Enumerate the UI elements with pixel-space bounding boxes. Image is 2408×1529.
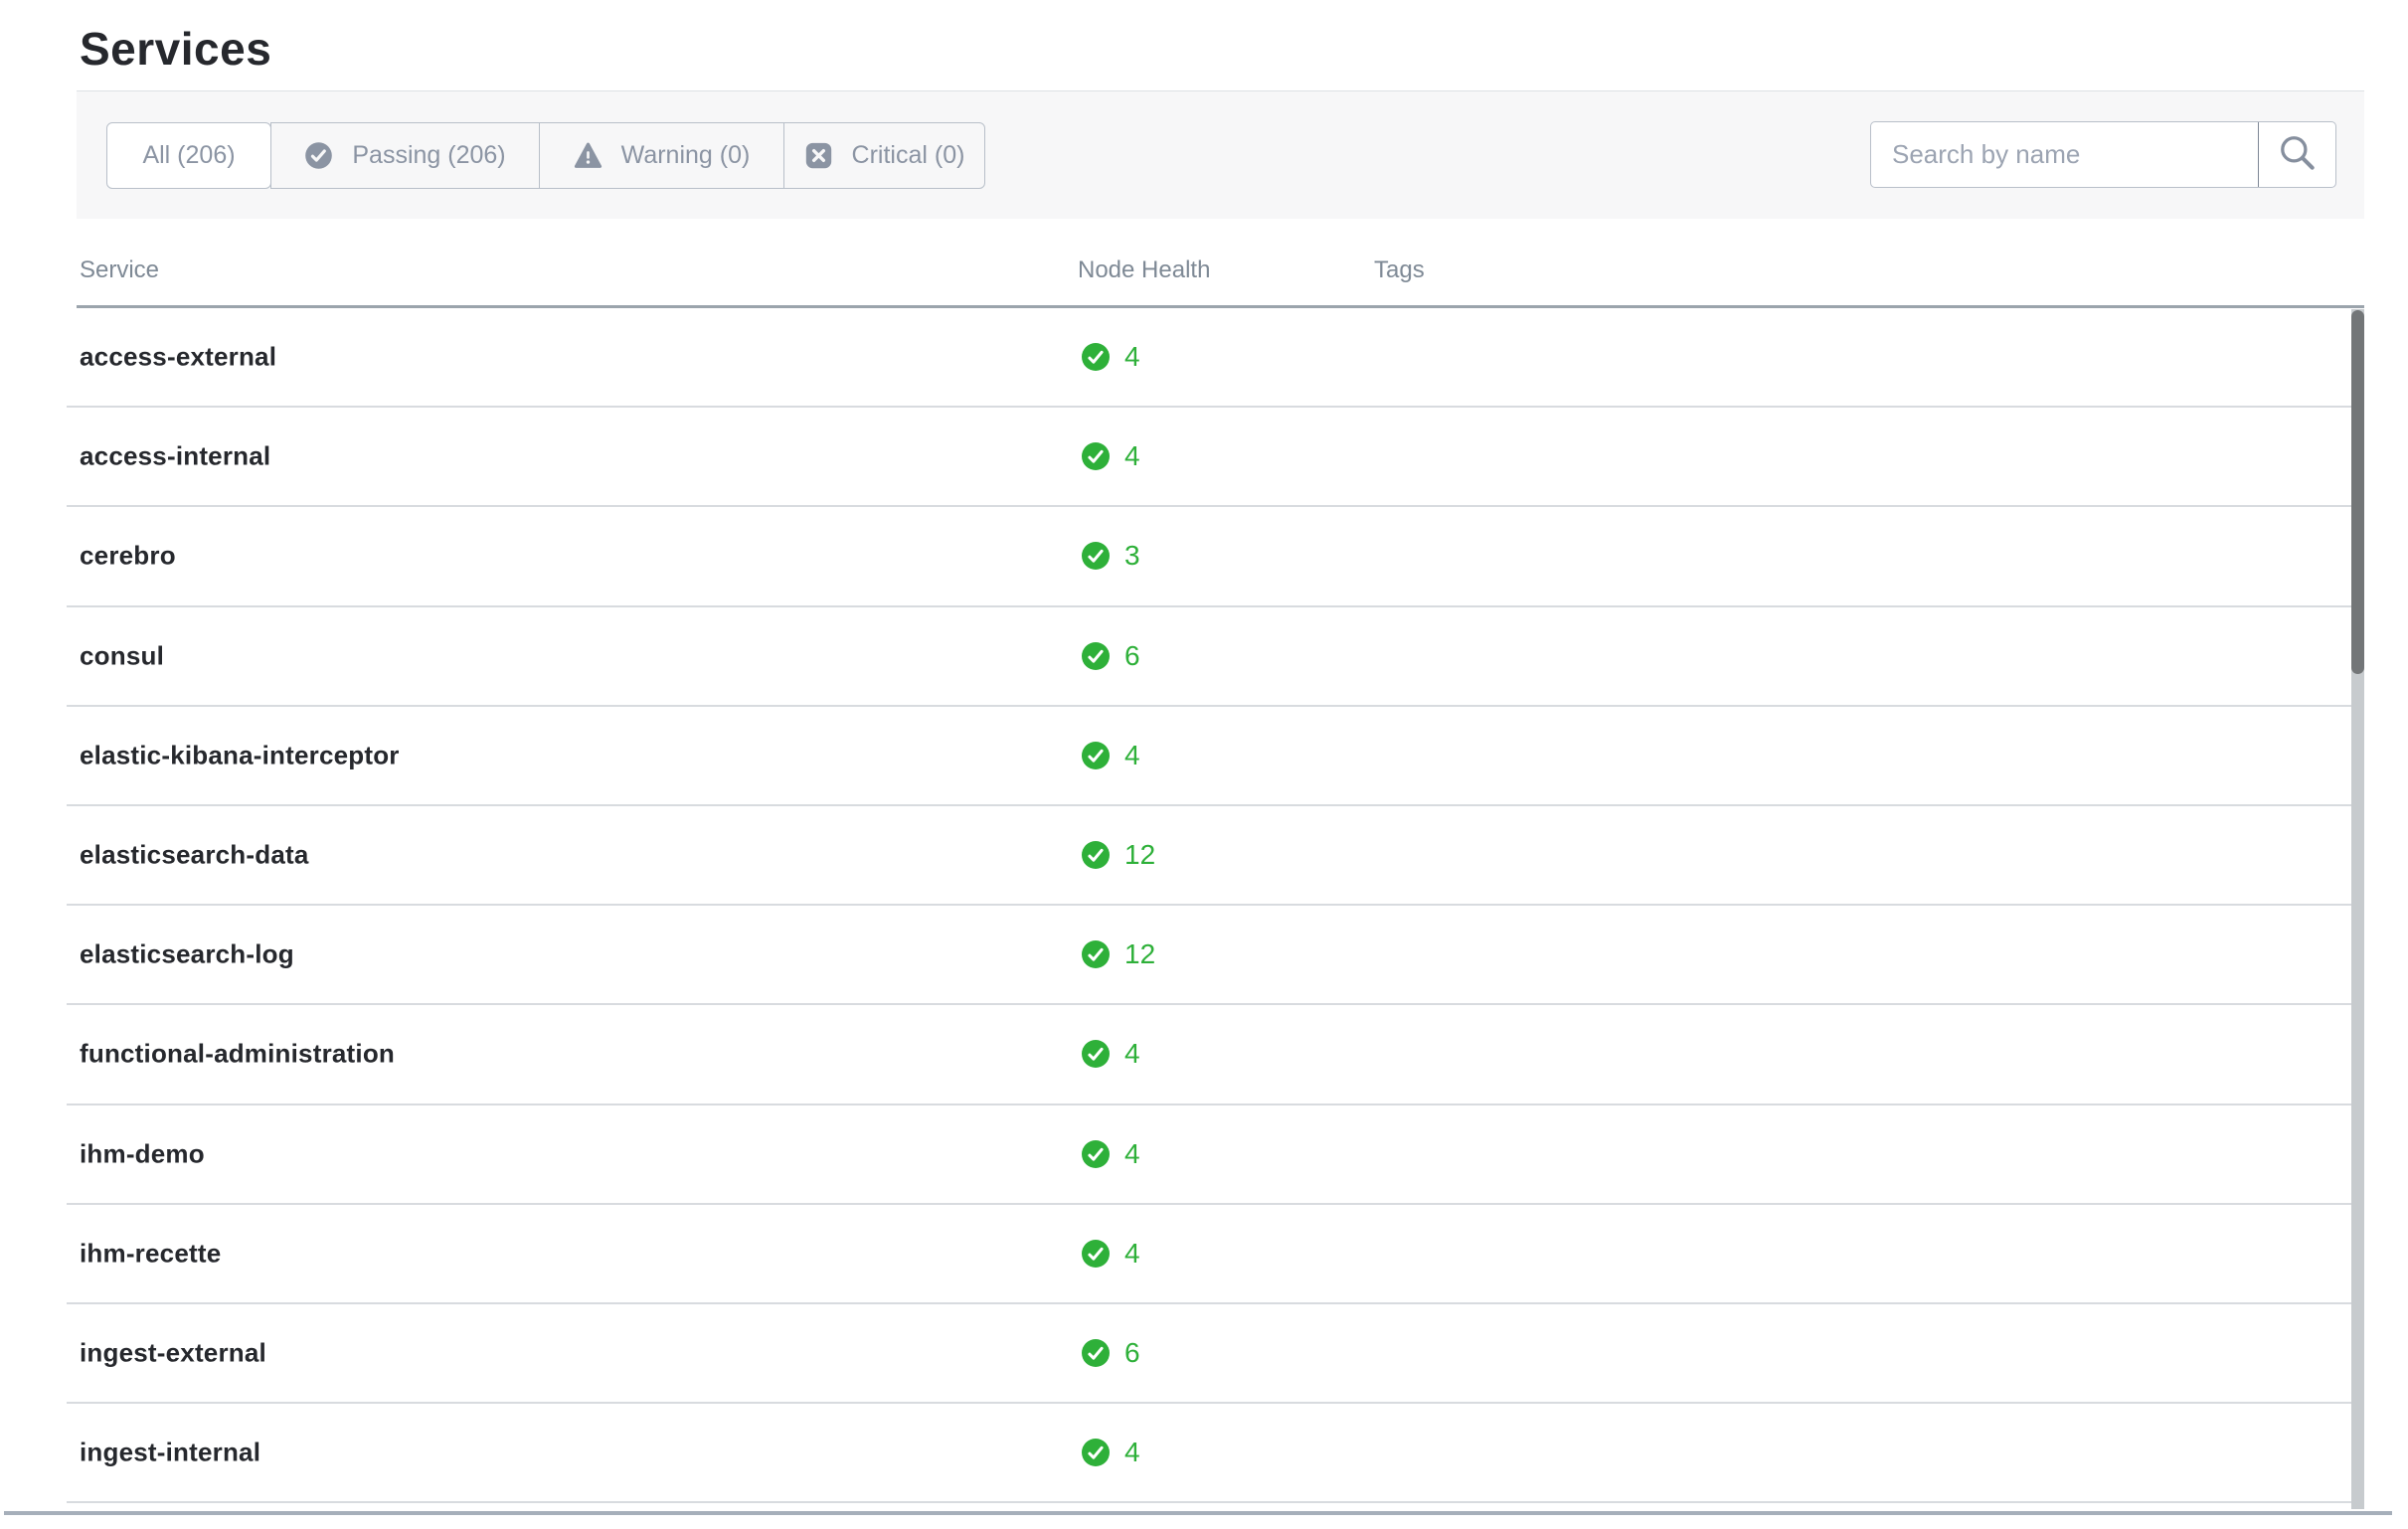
service-name[interactable]: elasticsearch-data	[80, 840, 309, 871]
tab-passing-label: Passing (206)	[352, 141, 506, 169]
tab-passing[interactable]: Passing (206)	[270, 122, 540, 189]
passing-check-icon	[1082, 542, 1110, 571]
passing-check-icon	[1082, 641, 1110, 670]
check-circle-icon	[304, 141, 333, 170]
vertical-scrollbar-track[interactable]	[2351, 309, 2364, 1509]
table-row[interactable]: access-internal 4	[67, 408, 2351, 508]
node-health-cell: 12	[1082, 938, 1155, 970]
table-row[interactable]: elastic-kibana-interceptor 4	[67, 706, 2351, 806]
node-health-cell: 4	[1082, 440, 1140, 472]
column-header-node-health: Node Health	[1078, 256, 1211, 283]
tab-warning-label: Warning (0)	[620, 141, 751, 169]
passing-check-icon	[1082, 1139, 1110, 1168]
panel-bottom-border	[4, 1511, 2392, 1515]
service-name[interactable]: ihm-demo	[80, 1138, 205, 1169]
critical-square-icon	[804, 141, 833, 170]
service-list: access-external 4 access-internal 4 cere…	[67, 308, 2351, 1504]
table-row[interactable]: elasticsearch-log 12	[67, 906, 2351, 1006]
passing-check-icon	[1082, 940, 1110, 969]
table-row[interactable]: functional-administration 4	[67, 1005, 2351, 1105]
service-name[interactable]: consul	[80, 640, 164, 671]
tab-all-label: All (206)	[142, 141, 236, 169]
search-box	[1870, 121, 2336, 188]
node-health-count: 6	[1124, 1336, 1140, 1368]
node-health-cell: 6	[1082, 640, 1140, 672]
service-name[interactable]: cerebro	[80, 541, 176, 572]
filter-toolbar: All (206) Passing (206) Warning (0) Crit…	[77, 90, 2364, 219]
column-header-tags: Tags	[1374, 256, 1425, 283]
search-input[interactable]	[1871, 122, 2258, 187]
service-name[interactable]: ingest-external	[80, 1337, 266, 1368]
page-title: Services	[80, 23, 272, 75]
column-header-service: Service	[80, 256, 160, 283]
search-button[interactable]	[2259, 122, 2335, 187]
table-row[interactable]: ihm-demo 4	[67, 1104, 2351, 1205]
tab-critical-label: Critical (0)	[851, 141, 965, 169]
health-filter-tabs: All (206) Passing (206) Warning (0) Crit…	[106, 122, 985, 189]
table-row[interactable]: ingest-external 6	[67, 1303, 2351, 1405]
node-health-cell: 6	[1082, 1337, 1140, 1369]
node-health-count: 6	[1124, 639, 1140, 671]
node-health-count: 3	[1124, 540, 1140, 572]
service-name[interactable]: access-external	[80, 342, 276, 373]
node-health-cell: 12	[1082, 839, 1155, 871]
node-health-count: 12	[1124, 839, 1156, 871]
table-row[interactable]: consul 6	[67, 606, 2351, 707]
service-name[interactable]: elastic-kibana-interceptor	[80, 740, 400, 770]
node-health-cell: 4	[1082, 1138, 1140, 1170]
tab-all[interactable]: All (206)	[106, 122, 271, 189]
search-icon	[2276, 131, 2320, 178]
node-health-cell: 4	[1082, 341, 1140, 373]
node-health-count: 4	[1124, 1237, 1140, 1269]
service-name[interactable]: elasticsearch-log	[80, 939, 294, 970]
node-health-cell: 4	[1082, 1038, 1140, 1070]
service-name[interactable]: access-internal	[80, 441, 270, 472]
node-health-cell: 4	[1082, 1437, 1140, 1468]
warning-triangle-icon	[574, 141, 602, 170]
node-health-count: 4	[1124, 1437, 1140, 1468]
node-health-count: 4	[1124, 440, 1140, 472]
vertical-scrollbar-thumb[interactable]	[2351, 310, 2364, 674]
node-health-count: 12	[1124, 938, 1156, 970]
passing-check-icon	[1082, 841, 1110, 870]
node-health-cell: 4	[1082, 740, 1140, 771]
service-name[interactable]: functional-administration	[80, 1039, 395, 1070]
node-health-count: 4	[1124, 1038, 1140, 1070]
node-health-count: 4	[1124, 1137, 1140, 1169]
passing-check-icon	[1082, 343, 1110, 372]
table-row[interactable]: ihm-recette 4	[67, 1204, 2351, 1304]
passing-check-icon	[1082, 1439, 1110, 1467]
table-row[interactable]: access-external 4	[67, 308, 2351, 409]
tab-critical[interactable]: Critical (0)	[783, 122, 985, 189]
table-row[interactable]: elasticsearch-data 12	[67, 805, 2351, 907]
passing-check-icon	[1082, 741, 1110, 769]
table-row[interactable]: cerebro 3	[67, 507, 2351, 607]
passing-check-icon	[1082, 1239, 1110, 1268]
table-row[interactable]: ingest-internal 4	[67, 1404, 2351, 1504]
node-health-count: 4	[1124, 341, 1140, 373]
passing-check-icon	[1082, 1040, 1110, 1069]
node-health-cell: 4	[1082, 1238, 1140, 1270]
passing-check-icon	[1082, 442, 1110, 471]
service-name[interactable]: ihm-recette	[80, 1238, 221, 1269]
tab-warning[interactable]: Warning (0)	[539, 122, 784, 189]
node-health-count: 4	[1124, 739, 1140, 770]
passing-check-icon	[1082, 1338, 1110, 1367]
service-name[interactable]: ingest-internal	[80, 1438, 260, 1468]
node-health-cell: 3	[1082, 540, 1140, 572]
